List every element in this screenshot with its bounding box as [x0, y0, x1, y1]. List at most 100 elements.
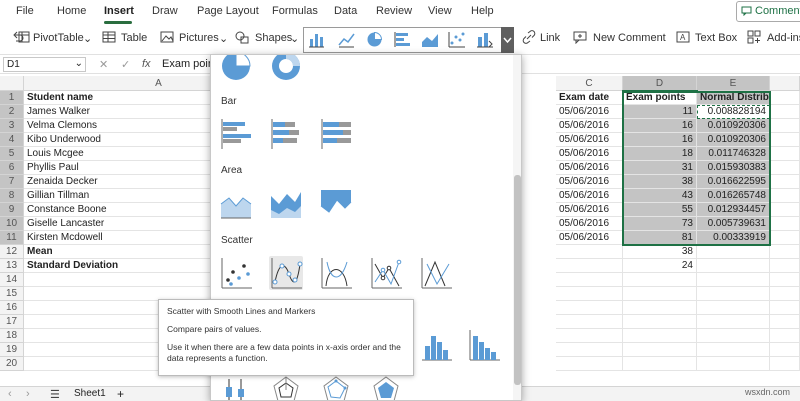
- row-header[interactable]: 4: [0, 133, 24, 147]
- grid-cell[interactable]: [623, 287, 697, 301]
- row-header[interactable]: 14: [0, 273, 24, 287]
- cell-exam-points[interactable]: 55: [623, 203, 697, 217]
- row-header[interactable]: 3: [0, 119, 24, 133]
- cell-normal-distribution[interactable]: 0.010920306: [697, 119, 770, 133]
- cell-exam-points[interactable]: 18: [623, 147, 697, 161]
- pivottable-button[interactable]: PivotTable: [33, 32, 84, 44]
- grid-cell[interactable]: [697, 357, 770, 371]
- menu-help[interactable]: Help: [471, 5, 494, 17]
- scatter-smooth-lines-icon[interactable]: [319, 256, 353, 290]
- pictures-button[interactable]: Pictures: [179, 32, 219, 44]
- stacked-bar-icon[interactable]: [269, 117, 303, 151]
- column-header-d[interactable]: D: [623, 76, 697, 91]
- row-header[interactable]: 20: [0, 357, 24, 371]
- grid-cell[interactable]: [770, 105, 800, 119]
- grid-cell[interactable]: [770, 343, 800, 357]
- sheet-tab[interactable]: Sheet1: [74, 388, 106, 399]
- cell-exam-date[interactable]: 05/06/2016: [556, 231, 623, 245]
- chevron-down-icon[interactable]: ⌄: [219, 32, 228, 45]
- grid-cell[interactable]: [697, 301, 770, 315]
- row-header[interactable]: 7: [0, 175, 24, 189]
- menu-draw[interactable]: Draw: [152, 5, 178, 17]
- stacked-area-100-icon[interactable]: [319, 186, 353, 220]
- header-exam-points[interactable]: Exam points: [622, 90, 698, 106]
- cell-sd-value[interactable]: 24: [623, 259, 697, 273]
- cell-normal-distribution[interactable]: 0.016265748: [697, 189, 770, 203]
- menu-file[interactable]: File: [16, 5, 34, 17]
- table-button[interactable]: Table: [121, 32, 147, 44]
- grid-cell[interactable]: [623, 315, 697, 329]
- grid-cell[interactable]: [770, 329, 800, 343]
- row-header[interactable]: 8: [0, 189, 24, 203]
- grid-cell[interactable]: [556, 273, 623, 287]
- pie-chart-icon[interactable]: [366, 31, 383, 51]
- row-header[interactable]: 16: [0, 301, 24, 315]
- grid-cell[interactable]: [770, 301, 800, 315]
- grid-cell[interactable]: [556, 329, 623, 343]
- link-button[interactable]: Link: [540, 32, 560, 44]
- scatter-straight-lines-icon[interactable]: [419, 256, 453, 290]
- cell-exam-date[interactable]: 05/06/2016: [556, 161, 623, 175]
- cell-exam-date[interactable]: 05/06/2016: [556, 119, 623, 133]
- grid-cell[interactable]: [697, 273, 770, 287]
- row-header[interactable]: 18: [0, 329, 24, 343]
- cell-exam-date[interactable]: 05/06/2016: [556, 133, 623, 147]
- row-header[interactable]: 11: [0, 231, 24, 245]
- column-header-e[interactable]: E: [697, 76, 770, 91]
- grid-cell[interactable]: [623, 343, 697, 357]
- column-header-f[interactable]: [770, 76, 800, 91]
- menu-home[interactable]: Home: [57, 5, 86, 17]
- scatter-option-icon[interactable]: [219, 256, 253, 290]
- area-chart-icon[interactable]: [421, 31, 439, 51]
- grid-cell[interactable]: [697, 315, 770, 329]
- row-header[interactable]: 10: [0, 217, 24, 231]
- grid-cell[interactable]: [623, 357, 697, 371]
- pie-of-pie-icon[interactable]: [219, 55, 253, 83]
- scatter-chart-icon[interactable]: [448, 31, 466, 51]
- clustered-bar-icon[interactable]: [219, 117, 253, 151]
- column-chart-icon[interactable]: [308, 31, 324, 51]
- radar-markers-icon[interactable]: [319, 373, 353, 400]
- prev-sheet-icon[interactable]: ‹: [8, 388, 12, 400]
- grid-cell[interactable]: [770, 231, 800, 245]
- menu-insert[interactable]: Insert: [104, 5, 134, 17]
- grid-cell[interactable]: [770, 133, 800, 147]
- menu-data[interactable]: Data: [334, 5, 357, 17]
- confirm-icon[interactable]: ✓: [121, 58, 130, 71]
- histogram-icon[interactable]: [419, 328, 453, 362]
- row-header[interactable]: 5: [0, 147, 24, 161]
- column-header-c[interactable]: C: [556, 76, 623, 91]
- textbox-button[interactable]: Text Box: [695, 32, 737, 44]
- row-header[interactable]: 1: [0, 91, 24, 105]
- menu-page-layout[interactable]: Page Layout: [197, 5, 259, 17]
- header-exam-date[interactable]: Exam date: [556, 91, 623, 105]
- grid-cell[interactable]: [770, 147, 800, 161]
- chevron-down-icon[interactable]: ⌄: [290, 32, 299, 45]
- menu-review[interactable]: Review: [376, 5, 412, 17]
- cell-exam-points[interactable]: 43: [623, 189, 697, 203]
- row-header[interactable]: 15: [0, 287, 24, 301]
- grid-cell[interactable]: [556, 315, 623, 329]
- grid-cell[interactable]: [770, 217, 800, 231]
- menu-view[interactable]: View: [428, 5, 452, 17]
- cell-exam-date[interactable]: 05/06/2016: [556, 105, 623, 119]
- cell-normal-distribution[interactable]: 0.010920306: [697, 133, 770, 147]
- grid-cell[interactable]: [697, 343, 770, 357]
- cell-exam-points[interactable]: 38: [623, 175, 697, 189]
- grid-cell[interactable]: [556, 245, 623, 259]
- shapes-button[interactable]: Shapes: [255, 32, 292, 44]
- box-whisker-icon[interactable]: [219, 377, 253, 400]
- grid-cell[interactable]: [770, 119, 800, 133]
- grid-cell[interactable]: [770, 315, 800, 329]
- row-header[interactable]: 6: [0, 161, 24, 175]
- name-box[interactable]: D1 ⌄: [3, 57, 86, 72]
- radar-chart-icon[interactable]: [269, 373, 303, 400]
- line-chart-icon[interactable]: [338, 31, 355, 51]
- all-sheets-icon[interactable]: ☰: [50, 388, 60, 401]
- cell-exam-points[interactable]: 81: [623, 231, 697, 245]
- cell-exam-points[interactable]: 16: [623, 133, 697, 147]
- pareto-icon[interactable]: [467, 328, 501, 362]
- row-header[interactable]: 19: [0, 343, 24, 357]
- grid-cell[interactable]: [556, 259, 623, 273]
- grid-cell[interactable]: [770, 287, 800, 301]
